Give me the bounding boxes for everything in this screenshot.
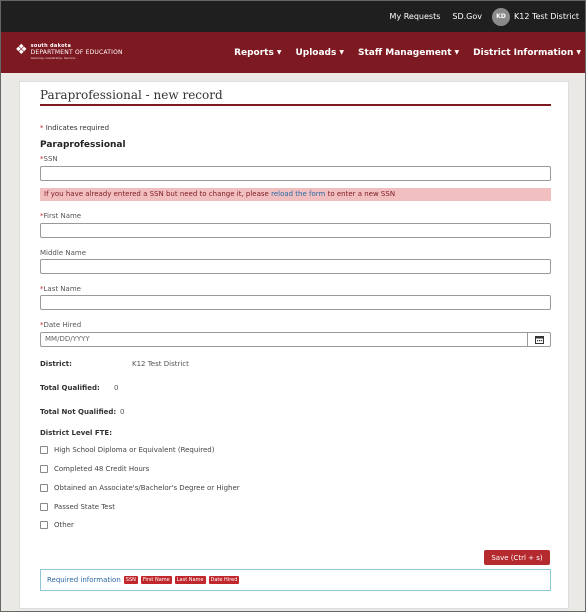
nav-label: District Information [473, 47, 574, 58]
nav-staff-management[interactable]: Staff Management ▼ [358, 48, 459, 58]
nav-district-information[interactable]: District Information ▼ [473, 48, 581, 58]
top-utility-bar: My Requests SD.Gov KD K12 Test District [1, 1, 585, 32]
required-tag-last-name: Last Name [174, 576, 206, 584]
ssn-label-text: SSN [43, 155, 58, 163]
ssn-change-warning: If you have already entered a SSN but ne… [40, 188, 551, 201]
nav-uploads[interactable]: Uploads ▼ [295, 48, 344, 58]
calendar-icon [534, 336, 544, 344]
ssn-label: *SSN [40, 155, 58, 163]
required-tag-first-name: First Name [140, 576, 172, 584]
checkbox-box[interactable] [40, 484, 48, 492]
total-not-qualified-value: 0 [120, 408, 125, 416]
nav-label: Uploads [295, 47, 337, 58]
district-value: K12 Test District [132, 360, 189, 368]
checkbox-other[interactable]: Other [40, 521, 74, 529]
checkbox-48-credit-hours[interactable]: Completed 48 Credit Hours [40, 465, 149, 473]
required-note-text: Indicates required [45, 124, 110, 132]
caret-down-icon: ▼ [339, 49, 344, 56]
required-tag-ssn: SSN [123, 576, 138, 584]
checkbox-hs-diploma[interactable]: High School Diploma or Equivalent (Requi… [40, 446, 214, 454]
date-hired-label: *Date Hired [40, 321, 81, 329]
app-frame: My Requests SD.Gov KD K12 Test District … [0, 0, 586, 612]
checkbox-box[interactable] [40, 521, 48, 529]
required-info-box: Required information SSN First Name Last… [40, 569, 551, 591]
checkbox-box[interactable] [40, 503, 48, 511]
section-heading: Paraprofessional [40, 140, 126, 150]
district-label: District: [40, 360, 72, 368]
last-name-label-text: Last Name [43, 285, 81, 293]
nav-label: Staff Management [357, 47, 452, 58]
checkbox-degree[interactable]: Obtained an Associate's/Bachelor's Degre… [40, 484, 240, 492]
nav-label: Reports [234, 47, 274, 58]
checkbox-box[interactable] [40, 446, 48, 454]
district-fte-label: District Level FTE: [40, 429, 112, 437]
checkbox-label: Passed State Test [54, 503, 116, 511]
title-divider [40, 104, 551, 106]
date-hired-input[interactable]: MM/DD/YYYY [40, 332, 528, 347]
district-label-text: District: [40, 360, 72, 368]
calendar-button[interactable] [528, 332, 551, 347]
logo-tagline: Learning. Leadership. Service. [30, 56, 76, 60]
sd-doe-logo[interactable]: ❖ south dakota DEPARTMENT OF EDUCATION L… [15, 43, 123, 61]
checkbox-label: Obtained an Associate's/Bachelor's Degre… [54, 484, 240, 492]
page-title: Paraprofessional - new record [40, 88, 223, 102]
total-qualified-label: Total Qualified: [40, 384, 100, 392]
last-name-input[interactable] [40, 295, 551, 310]
checkbox-label: Other [54, 521, 74, 529]
nav-reports[interactable]: Reports ▼ [234, 48, 281, 58]
checkbox-label: Completed 48 Credit Hours [54, 465, 150, 473]
user-name: K12 Test District [514, 12, 579, 21]
caret-down-icon: ▼ [576, 49, 581, 56]
first-name-input[interactable] [40, 223, 551, 238]
reload-form-link[interactable]: reload the form [271, 190, 325, 198]
checkbox-state-test[interactable]: Passed State Test [40, 503, 115, 511]
my-requests-link[interactable]: My Requests [390, 12, 441, 21]
date-hired-group: MM/DD/YYYY [40, 332, 551, 347]
nav-menu: Reports ▼ Uploads ▼ Staff Management ▼ D… [220, 32, 581, 73]
total-qualified-value: 0 [114, 384, 119, 392]
save-button[interactable]: Save (Ctrl + s) [484, 550, 550, 565]
total-qualified-label-text: Total Qualified: [40, 384, 100, 392]
user-menu[interactable]: KD K12 Test District [492, 7, 579, 26]
required-note: * Indicates required [40, 124, 109, 132]
warning-text: If you have already entered a SSN but ne… [44, 190, 269, 198]
total-not-qualified-label: Total Not Qualified: [40, 408, 116, 416]
first-name-label: *First Name [40, 212, 81, 220]
first-name-label-text: First Name [43, 212, 82, 220]
total-not-qualified-label-text: Total Not Qualified: [40, 408, 117, 416]
state-outline-icon: ❖ [15, 42, 28, 58]
main-navbar: ❖ south dakota DEPARTMENT OF EDUCATION L… [1, 32, 585, 73]
middle-name-input[interactable] [40, 259, 551, 274]
last-name-label: *Last Name [40, 285, 81, 293]
checkbox-label: High School Diploma or Equivalent (Requi… [54, 446, 215, 454]
middle-name-label: Middle Name [40, 249, 86, 257]
warning-suffix: to enter a new SSN [327, 190, 396, 198]
required-star: * [40, 124, 44, 132]
sd-gov-link[interactable]: SD.Gov [452, 12, 482, 21]
caret-down-icon: ▼ [454, 49, 460, 56]
checkbox-box[interactable] [40, 465, 48, 473]
avatar: KD [492, 7, 510, 26]
caret-down-icon: ▼ [276, 49, 282, 56]
ssn-input[interactable] [40, 166, 551, 181]
required-tag-date-hired: Date Hired [208, 576, 240, 584]
required-info-label: Required information [47, 576, 121, 584]
logo-line-2: DEPARTMENT OF EDUCATION [30, 49, 123, 56]
district-fte-label-text: District Level FTE: [40, 429, 112, 437]
form-card: Paraprofessional - new record * Indicate… [19, 81, 569, 609]
date-hired-label-text: Date Hired [43, 321, 82, 329]
